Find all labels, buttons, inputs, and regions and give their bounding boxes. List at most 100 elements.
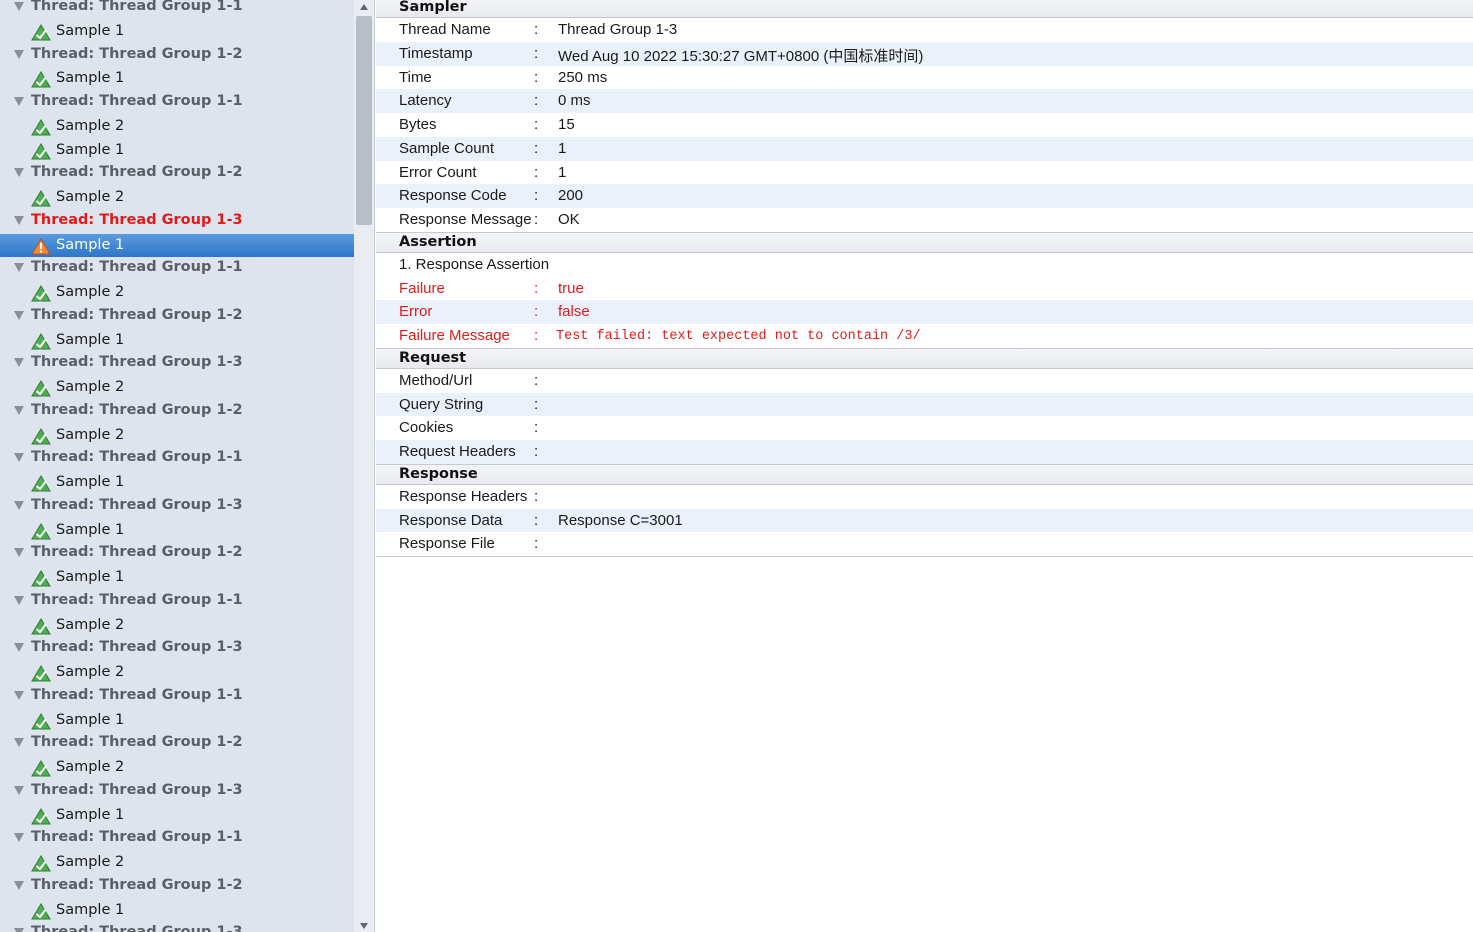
sample-label: Sample 2 bbox=[56, 616, 125, 633]
success-check-icon bbox=[31, 118, 51, 136]
tree-thread-node[interactable]: Thread: Thread Group 1-2 bbox=[0, 732, 354, 756]
expand-triangle-icon[interactable] bbox=[14, 643, 24, 653]
tree-sample-node[interactable]: Sample 2 bbox=[0, 376, 354, 400]
expand-triangle-icon[interactable] bbox=[14, 595, 24, 605]
field-key: Error Count bbox=[399, 163, 477, 181]
field-key: Error bbox=[399, 303, 433, 321]
expand-triangle-icon[interactable] bbox=[14, 310, 24, 320]
scroll-up-arrow-icon[interactable] bbox=[360, 4, 368, 10]
tree-thread-node[interactable]: Thread: Thread Group 1-3 bbox=[0, 780, 354, 804]
tree-sample-node[interactable]: Sample 1 bbox=[0, 804, 354, 828]
field-separator: : bbox=[534, 443, 539, 460]
field-value: true bbox=[558, 279, 584, 297]
expand-triangle-icon[interactable] bbox=[14, 738, 24, 748]
tree-sample-node[interactable]: Sample 1 bbox=[0, 519, 354, 543]
tree-sample-node[interactable]: Sample 2 bbox=[0, 424, 354, 448]
tree-sample-node[interactable]: Sample 1 bbox=[0, 67, 354, 91]
tree-sample-node[interactable]: Sample 2 bbox=[0, 115, 354, 139]
field-value: 15 bbox=[558, 116, 575, 133]
tree-thread-node[interactable]: Thread: Thread Group 1-1 bbox=[0, 0, 354, 20]
tree-sample-node[interactable]: Sample 1 bbox=[0, 471, 354, 495]
tree-thread-node[interactable]: Thread: Thread Group 1-2 bbox=[0, 162, 354, 186]
tree-thread-node[interactable]: Thread: Thread Group 1-1 bbox=[0, 590, 354, 614]
field-key: Query String bbox=[399, 395, 484, 413]
tree-sample-node[interactable]: Sample 1 bbox=[0, 566, 354, 590]
field-key: Response Message bbox=[399, 211, 532, 228]
sample-label: Sample 2 bbox=[56, 117, 125, 134]
field-key: Response Headers bbox=[399, 487, 528, 505]
tree-sample-node[interactable]: Sample 1 bbox=[0, 329, 354, 353]
thread-label: Thread: Thread Group 1-2 bbox=[31, 734, 243, 751]
expand-triangle-icon[interactable] bbox=[14, 97, 24, 106]
sample-label: Sample 1 bbox=[56, 521, 125, 538]
success-check-icon bbox=[31, 475, 51, 492]
tree-sample-node[interactable]: Sample 2 bbox=[0, 281, 354, 305]
expand-triangle-icon[interactable] bbox=[14, 690, 24, 700]
tree-thread-node[interactable]: Thread: Thread Group 1-3 bbox=[0, 922, 354, 932]
expand-triangle-icon[interactable] bbox=[14, 453, 24, 463]
tree-list: Thread: Thread Group 1-1 Sample 1 Thread: … bbox=[0, 0, 354, 932]
tree-thread-node[interactable]: Thread: Thread Group 1-2 bbox=[0, 305, 354, 329]
thread-label: Thread: Thread Group 1-1 bbox=[31, 686, 243, 703]
success-check-icon bbox=[31, 570, 51, 587]
tree-thread-node[interactable]: Thread: Thread Group 1-2 bbox=[0, 542, 354, 566]
field-key: Failure bbox=[399, 279, 445, 297]
sampler-field-row: Time: 250 ms bbox=[376, 66, 1473, 90]
expand-triangle-icon[interactable] bbox=[14, 500, 24, 510]
tree-thread-node[interactable]: Thread: Thread Group 1-2 bbox=[0, 44, 354, 68]
tree-sample-node[interactable]: Sample 1 bbox=[0, 899, 354, 923]
expand-triangle-icon[interactable] bbox=[14, 2, 24, 11]
tree-thread-node[interactable]: Thread: Thread Group 1-1 bbox=[0, 447, 354, 471]
field-key: Time bbox=[399, 68, 432, 86]
field-separator: : bbox=[534, 139, 539, 157]
expand-triangle-icon[interactable] bbox=[14, 833, 24, 843]
expand-triangle-icon[interactable] bbox=[14, 168, 24, 178]
sample-label: Sample 1 bbox=[56, 22, 125, 39]
expand-triangle-icon[interactable] bbox=[14, 215, 24, 225]
expand-triangle-icon[interactable] bbox=[14, 49, 24, 59]
tree-thread-node[interactable]: Thread: Thread Group 1-2 bbox=[0, 400, 354, 424]
sample-label: Sample 1 bbox=[56, 711, 125, 728]
expand-triangle-icon[interactable] bbox=[14, 263, 24, 273]
sample-label: Sample 1 bbox=[56, 331, 125, 348]
tree-sample-node[interactable]: Sample 2 bbox=[0, 851, 354, 875]
tree-thread-node[interactable]: Thread: Thread Group 1-3 bbox=[0, 210, 354, 234]
sampler-field-row: Response Code: 200 bbox=[376, 184, 1473, 208]
tree-sample-node[interactable]: Sample 2 bbox=[0, 186, 354, 210]
tree-thread-node[interactable]: Thread: Thread Group 1-1 bbox=[0, 827, 354, 851]
tree-sample-node[interactable]: Sample 1 bbox=[0, 139, 354, 163]
scroll-thumb[interactable] bbox=[356, 16, 372, 225]
field-separator: : bbox=[534, 371, 539, 389]
expand-triangle-icon[interactable] bbox=[14, 785, 24, 795]
tree-sample-node-selected[interactable]: Sample 1 bbox=[0, 233, 354, 258]
thread-label: Thread: Thread Group 1-1 bbox=[31, 93, 243, 109]
tree-sample-node[interactable]: Sample 2 bbox=[0, 661, 354, 685]
thread-label: Thread: Thread Group 1-3 bbox=[31, 496, 243, 513]
tree-scrollbar[interactable] bbox=[354, 0, 375, 932]
results-tree[interactable]: Thread: Thread Group 1-1 Sample 1 Thread: … bbox=[0, 0, 354, 932]
expand-triangle-icon[interactable] bbox=[14, 405, 24, 415]
sample-label: Sample 2 bbox=[56, 284, 125, 300]
tree-thread-node[interactable]: Thread: Thread Group 1-3 bbox=[0, 495, 354, 519]
tree-sample-node[interactable]: Sample 1 bbox=[0, 20, 354, 44]
sample-label: Sample 1 bbox=[56, 901, 125, 918]
tree-thread-node[interactable]: Thread: Thread Group 1-3 bbox=[0, 637, 354, 661]
tree-sample-node[interactable]: Sample 1 bbox=[0, 709, 354, 733]
tree-thread-node[interactable]: Thread: Thread Group 1-1 bbox=[0, 257, 354, 281]
tree-sample-node[interactable]: Sample 2 bbox=[0, 756, 354, 780]
tree-thread-node[interactable]: Thread: Thread Group 1-3 bbox=[0, 352, 354, 376]
expand-triangle-icon[interactable] bbox=[14, 880, 24, 890]
tree-thread-node[interactable]: Thread: Thread Group 1-2 bbox=[0, 875, 354, 899]
assertion-field-row: Failure: true bbox=[376, 277, 1473, 301]
field-separator: : bbox=[534, 68, 539, 86]
sample-label: Sample 1 bbox=[56, 806, 125, 823]
tree-sample-node[interactable]: Sample 2 bbox=[0, 614, 354, 638]
success-check-icon bbox=[31, 902, 51, 920]
expand-triangle-icon[interactable] bbox=[14, 928, 24, 932]
tree-thread-node[interactable]: Thread: Thread Group 1-1 bbox=[0, 685, 354, 709]
request-field-row: Cookies: bbox=[376, 416, 1473, 440]
tree-thread-node[interactable]: Thread: Thread Group 1-1 bbox=[0, 91, 354, 115]
scroll-down-arrow-icon[interactable] bbox=[360, 923, 368, 929]
expand-triangle-icon[interactable] bbox=[14, 548, 24, 558]
expand-triangle-icon[interactable] bbox=[14, 358, 24, 368]
